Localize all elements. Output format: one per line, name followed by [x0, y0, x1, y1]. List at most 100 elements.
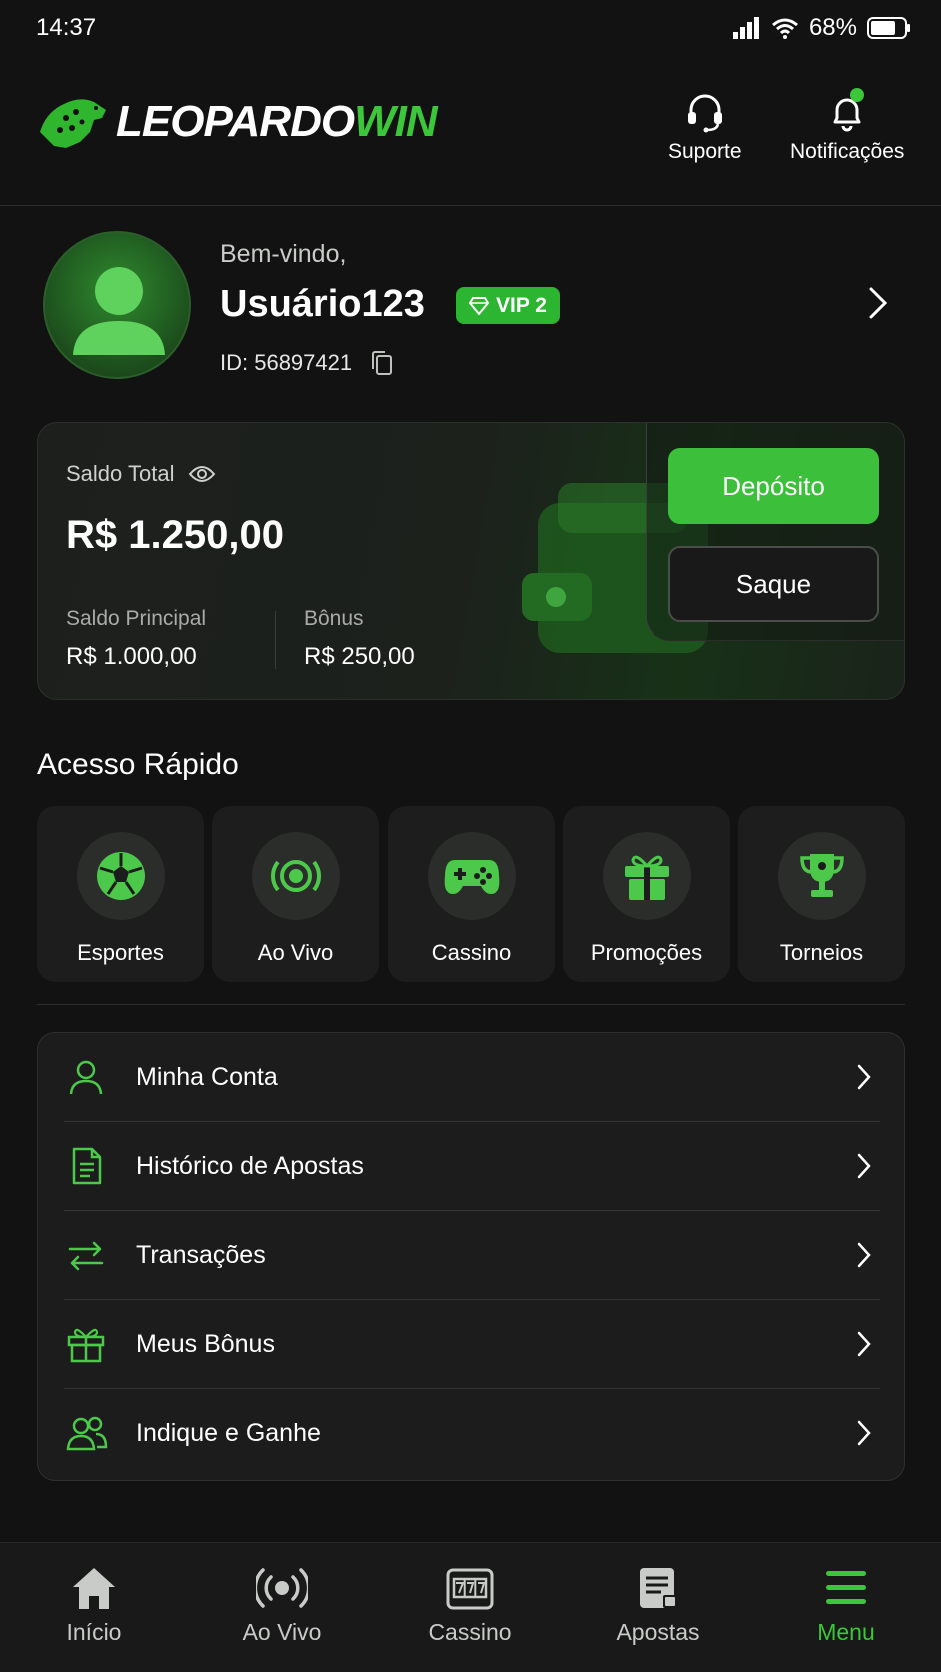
- profile-chevron-icon[interactable]: [868, 286, 888, 320]
- menu-item-refer-and-earn[interactable]: Indique e Ganhe: [38, 1389, 906, 1478]
- soccer-ball-icon: [96, 852, 145, 900]
- notifications-button[interactable]: Notificações: [790, 88, 905, 164]
- support-button[interactable]: Suporte: [668, 90, 742, 164]
- status-indicators: 68%: [732, 14, 911, 42]
- nav-menu[interactable]: Menu: [776, 1565, 916, 1646]
- quick-access-sports[interactable]: Esportes: [37, 806, 204, 982]
- chevron-right-icon: [857, 1242, 871, 1268]
- wifi-icon: [771, 18, 798, 39]
- quick-access-icon-circle: [76, 832, 165, 920]
- menu-item-my-account[interactable]: Minha Conta: [38, 1033, 906, 1122]
- bonus-balance-value: R$ 250,00: [304, 643, 415, 670]
- withdraw-button[interactable]: Saque: [668, 546, 879, 622]
- bonus-balance-label: Bônus: [304, 607, 364, 630]
- copy-icon[interactable]: [370, 350, 394, 376]
- nav-label: Início: [66, 1619, 122, 1645]
- quick-access-icon-circle: [777, 832, 866, 920]
- balance-divider: [275, 611, 276, 669]
- chevron-right-icon: [857, 1153, 871, 1179]
- main-balance-label: Saldo Principal: [66, 607, 207, 630]
- quick-access-label: Ao Vivo: [257, 940, 334, 965]
- headset-icon: [687, 94, 722, 133]
- brand-name: LEOPARDOWIN: [116, 97, 438, 147]
- balance-card: Saldo Total R$ 1.250,00 Saldo Principal …: [37, 422, 905, 700]
- users-icon: [66, 1416, 108, 1451]
- total-balance-label-row: Saldo Total: [66, 461, 216, 487]
- menu-item-label: Indique e Ganhe: [136, 1419, 321, 1447]
- gift-icon: [624, 855, 669, 900]
- nav-bets[interactable]: Apostas: [588, 1565, 728, 1646]
- brand-name-part1: LEOPARDO: [116, 97, 355, 146]
- nav-label: Ao Vivo: [242, 1619, 322, 1645]
- user-id-text: ID: 56897421: [220, 350, 353, 375]
- chevron-right-icon: [857, 1331, 871, 1357]
- notifications-label: Notificações: [790, 140, 905, 163]
- menu-item-transactions[interactable]: Transações: [38, 1211, 906, 1300]
- deposit-button[interactable]: Depósito: [668, 448, 879, 524]
- app-header: LEOPARDOWIN Suporte Notificações: [0, 60, 941, 206]
- section-divider: [37, 1004, 905, 1005]
- nav-label: Cassino: [428, 1619, 512, 1645]
- live-broadcast-icon: [256, 1568, 308, 1608]
- quick-access-tournaments[interactable]: Torneios: [738, 806, 905, 982]
- nav-live[interactable]: Ao Vivo: [212, 1565, 352, 1646]
- nav-label: Menu: [817, 1619, 875, 1645]
- quick-access-title: Acesso Rápido: [37, 748, 239, 781]
- user-id: ID: 56897421: [220, 350, 394, 376]
- nav-home[interactable]: Início: [24, 1565, 164, 1646]
- total-balance-label: Saldo Total: [66, 461, 175, 486]
- welcome-text: Bem-vindo,: [220, 240, 347, 268]
- quick-access-live[interactable]: Ao Vivo: [212, 806, 379, 982]
- chevron-right-icon: [857, 1420, 871, 1446]
- total-balance-value: R$ 1.250,00: [66, 513, 284, 557]
- battery-percent: 68%: [808, 14, 857, 41]
- account-menu: Minha Conta Histórico de Apostas Transaç…: [37, 1032, 905, 1481]
- menu-item-label: Minha Conta: [136, 1063, 278, 1091]
- diamond-icon: [469, 296, 489, 315]
- main-balance: Saldo Principal R$ 1.000,00: [66, 607, 206, 671]
- menu-item-label: Histórico de Apostas: [136, 1152, 364, 1180]
- quick-access-promotions[interactable]: Promoções: [563, 806, 730, 982]
- slot-machine-icon: [446, 1568, 494, 1610]
- bet-slip-icon: [640, 1568, 677, 1608]
- bonus-balance: Bônus R$ 250,00: [304, 607, 415, 671]
- document-icon: [72, 1147, 102, 1185]
- vip-label: VIP 2: [496, 293, 547, 317]
- chevron-right-icon: [857, 1064, 871, 1090]
- quick-access-icon-circle: [427, 832, 516, 920]
- menu-item-bet-history[interactable]: Histórico de Apostas: [38, 1122, 906, 1211]
- home-icon: [73, 1568, 115, 1609]
- menu-item-label: Meus Bônus: [136, 1330, 275, 1358]
- user-icon: [69, 1060, 103, 1095]
- quick-access-icon-circle: [251, 832, 340, 920]
- quick-access-label: Torneios: [779, 940, 864, 965]
- user-silhouette-icon: [73, 267, 165, 355]
- brand-name-part2: WIN: [354, 97, 438, 146]
- arrows-exchange-icon: [68, 1241, 104, 1271]
- battery-icon: [867, 17, 910, 39]
- menu-item-my-bonuses[interactable]: Meus Bônus: [38, 1300, 906, 1389]
- leopard-logo-icon: [40, 99, 106, 148]
- main-balance-value: R$ 1.000,00: [66, 643, 197, 670]
- brand-logo[interactable]: LEOPARDOWIN: [36, 92, 438, 152]
- bottom-navigation: Início Ao Vivo Cassino Apostas Menu: [0, 1542, 941, 1672]
- vip-badge: VIP 2: [456, 287, 560, 324]
- quick-access-label: Cassino: [431, 940, 512, 965]
- avatar[interactable]: [43, 231, 191, 379]
- support-label: Suporte: [668, 140, 742, 163]
- signal-icon: [732, 17, 759, 39]
- hamburger-menu-icon: [826, 1571, 866, 1604]
- quick-access-label: Promoções: [590, 940, 703, 965]
- eye-icon[interactable]: [188, 464, 216, 484]
- gift-icon: [67, 1328, 105, 1363]
- menu-item-label: Transações: [136, 1241, 266, 1269]
- nav-casino[interactable]: Cassino: [400, 1565, 540, 1646]
- quick-access-label: Esportes: [77, 940, 164, 965]
- quick-access-icon-circle: [602, 832, 691, 920]
- gamepad-icon: [444, 860, 499, 894]
- live-broadcast-icon: [270, 860, 321, 892]
- trophy-icon: [799, 854, 844, 897]
- quick-access-casino[interactable]: Cassino: [388, 806, 555, 982]
- status-time: 14:37: [36, 14, 97, 41]
- nav-label: Apostas: [616, 1619, 700, 1645]
